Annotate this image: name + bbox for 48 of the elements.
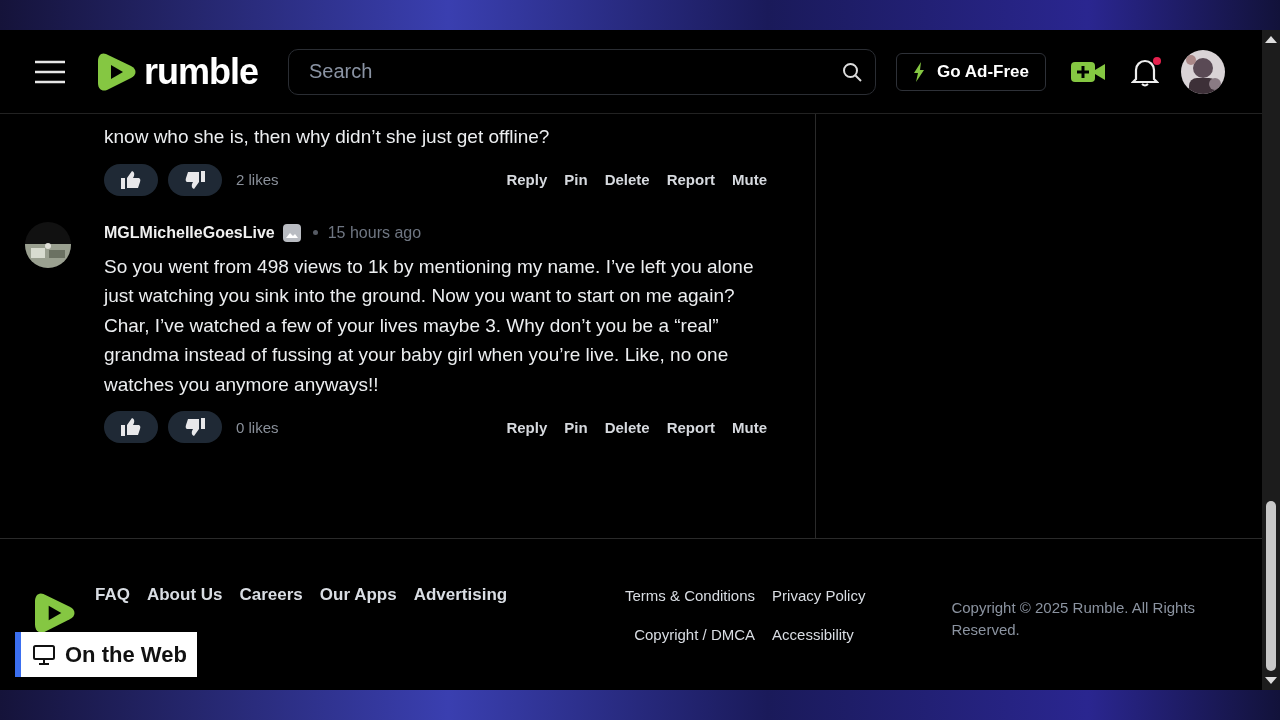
comment-action-link[interactable]: Mute xyxy=(732,171,767,188)
image-badge-icon xyxy=(282,223,301,242)
scrollbar[interactable] xyxy=(1262,30,1280,690)
dislike-button[interactable] xyxy=(168,163,222,196)
thumbs-down-icon xyxy=(185,418,205,436)
comment-action-link[interactable]: Reply xyxy=(506,171,548,188)
legal-link[interactable]: Copyright / DMCA xyxy=(634,626,756,643)
comment-action-link[interactable]: Pin xyxy=(564,171,588,188)
legal-link[interactable]: Terms & Conditions xyxy=(625,587,756,604)
like-count: 0 likes xyxy=(236,418,279,436)
footer-link[interactable]: FAQ xyxy=(95,585,130,605)
thumbs-up-icon xyxy=(121,418,141,436)
dislike-button[interactable] xyxy=(168,411,222,443)
like-button[interactable] xyxy=(104,411,158,443)
legal-link[interactable]: Privacy Policy xyxy=(772,587,866,604)
copyright-text: Copyright © 2025 Rumble. All Rights Reserved. xyxy=(951,598,1197,640)
monitor-icon xyxy=(33,644,55,665)
comment-action-link[interactable]: Delete xyxy=(604,418,650,436)
search-icon[interactable] xyxy=(842,61,862,82)
play-logo-icon[interactable] xyxy=(98,51,136,92)
footer-link[interactable]: About Us xyxy=(146,585,223,605)
comment-time: 15 hours ago xyxy=(327,223,422,242)
thumbs-down-icon xyxy=(185,170,205,189)
comment-author[interactable]: MGLMichelleGoesLive xyxy=(104,223,275,242)
footer-link[interactable]: Our Apps xyxy=(319,585,397,605)
search-field[interactable]: Search xyxy=(288,48,876,95)
comment-action-link[interactable]: Report xyxy=(666,171,715,188)
comment-action-link[interactable]: Reply xyxy=(506,418,548,436)
thumbs-up-icon xyxy=(121,170,141,189)
footer-link[interactable]: Advertising xyxy=(413,585,508,605)
like-button[interactable] xyxy=(104,163,158,196)
comment-text: know who she is, then why didn’t she just get offline? xyxy=(104,125,551,149)
like-count: 2 likes xyxy=(236,171,279,188)
comment-action-link[interactable]: Mute xyxy=(732,418,767,436)
comment-action-link[interactable]: Pin xyxy=(564,418,588,436)
source-label-text: On the Web xyxy=(65,641,187,668)
footer-link[interactable]: Careers xyxy=(239,585,303,605)
comment-text: So you went from 498 views to 1k by mentioning my name. I’ve left you alone just watching you sink into the ground. Now you want to start on me again? Char, I’ve watched a few of your lives maybe 3. Why don’t you be a “real” grandma instead of fussing at your baby girl when you’re live. Like, no one watches you anymore anyways!! xyxy=(104,254,754,397)
comment-action-link[interactable]: Delete xyxy=(604,171,650,188)
play-logo-icon[interactable] xyxy=(35,591,75,635)
video-camera-plus-icon[interactable] xyxy=(1071,59,1105,84)
legal-link[interactable]: Accessibility xyxy=(772,626,854,643)
go-ad-free-button[interactable]: Go Ad-Free xyxy=(896,52,1046,91)
separator-dot xyxy=(312,230,318,235)
menu-icon[interactable] xyxy=(35,59,65,84)
lightning-icon xyxy=(913,61,926,82)
comment-action-link[interactable]: Report xyxy=(666,418,715,436)
logo-wordmark[interactable]: rumble xyxy=(144,50,270,93)
